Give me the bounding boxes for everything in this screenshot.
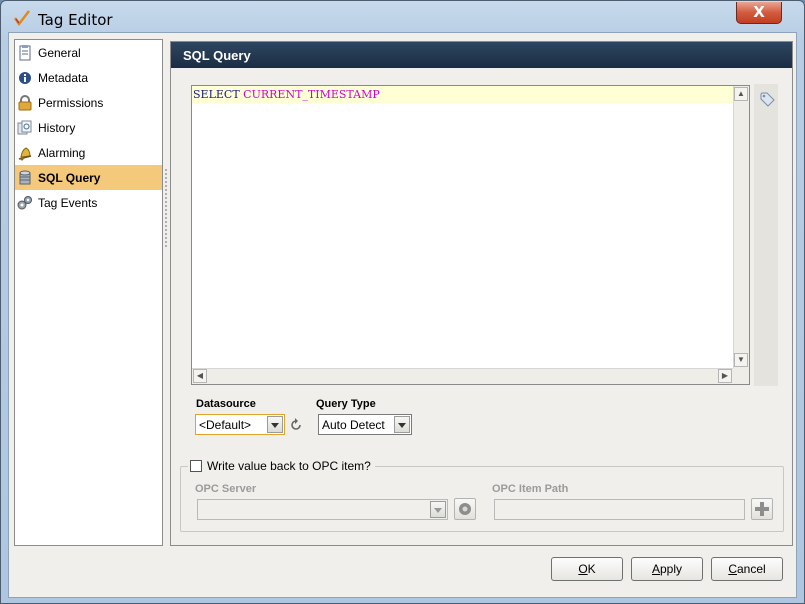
editor-side-toolbar: [754, 84, 778, 386]
opc-item-path-label: OPC Item Path: [492, 483, 569, 495]
chevron-down-icon[interactable]: [430, 501, 446, 518]
write-back-option[interactable]: Write value back to OPC item?: [188, 459, 375, 473]
sql-keyword: SELECT: [193, 88, 240, 101]
sidebar-item-label: SQL Query: [38, 170, 101, 185]
bell-icon: [17, 145, 33, 161]
window-title: Tag Editor: [38, 11, 113, 29]
scroll-left-arrow-icon[interactable]: ◀: [193, 369, 207, 383]
sidebar-item-label: General: [38, 45, 81, 60]
sidebar-item-metadata[interactable]: Metadata: [15, 65, 162, 90]
sidebar-item-sql-query[interactable]: SQL Query: [15, 165, 162, 190]
sidebar-item-label: Metadata: [38, 70, 89, 85]
gears-icon: [17, 195, 33, 211]
sidebar-item-permissions[interactable]: Permissions: [15, 90, 162, 115]
chevron-down-icon[interactable]: [267, 416, 283, 433]
document-icon: [17, 44, 33, 61]
refresh-icon[interactable]: [289, 418, 303, 432]
horizontal-scrollbar[interactable]: ◀ ▶: [192, 368, 733, 384]
sidebar-item-alarming[interactable]: Alarming: [15, 140, 162, 165]
sql-function: CURRENT_TIMESTAMP: [243, 88, 380, 101]
sidebar-item-history[interactable]: History: [15, 115, 162, 140]
panel-title: SQL Query: [171, 42, 792, 68]
lock-icon: [17, 94, 33, 111]
apply-button[interactable]: Apply: [631, 557, 703, 581]
sidebar-item-tag-events[interactable]: Tag Events: [15, 190, 162, 215]
sidebar-item-label: Tag Events: [38, 195, 98, 210]
server-browse-icon: [459, 503, 471, 515]
opc-server-label: OPC Server: [195, 483, 257, 495]
query-type-dropdown[interactable]: Auto Detect: [318, 414, 412, 435]
database-icon: [17, 170, 33, 186]
sql-editor[interactable]: SELECT CURRENT_TIMESTAMP ▲ ▼ ◀ ▶: [191, 85, 750, 385]
info-icon: [17, 70, 33, 86]
add-item-path-button[interactable]: [751, 498, 773, 520]
category-list: General Metadata Permissions History Ala…: [14, 39, 163, 546]
write-back-label: Write value back to OPC item?: [207, 459, 371, 473]
sidebar-item-label: History: [38, 120, 76, 135]
write-back-checkbox[interactable]: [190, 460, 202, 472]
splitter-handle[interactable]: [164, 168, 168, 248]
plus-icon: [755, 502, 769, 516]
sidebar-item-label: Permissions: [38, 95, 104, 110]
scroll-up-arrow-icon[interactable]: ▲: [734, 87, 748, 101]
chevron-down-icon[interactable]: [394, 416, 410, 433]
dialog-body: General Metadata Permissions History Ala…: [8, 32, 797, 598]
scroll-right-arrow-icon[interactable]: ▶: [718, 369, 732, 383]
tag-icon[interactable]: [759, 91, 775, 107]
query-type-value: Auto Detect: [322, 418, 385, 432]
sql-query-panel: SQL Query SELECT CURRENT_TIMESTAMP ▲ ▼ ◀…: [170, 41, 793, 546]
sidebar-item-general[interactable]: General: [15, 40, 162, 65]
browse-server-button[interactable]: [454, 498, 476, 520]
tag-editor-window: Tag Editor X General Metadata Permission…: [0, 0, 805, 604]
history-icon: [17, 120, 33, 136]
ok-button[interactable]: OK: [551, 557, 623, 581]
opc-server-dropdown[interactable]: [197, 499, 448, 520]
checkmark-app-icon: [13, 10, 30, 27]
opc-write-groupbox: Write value back to OPC item? OPC Server…: [180, 459, 784, 532]
close-button[interactable]: X: [736, 2, 782, 24]
cancel-button[interactable]: Cancel: [711, 557, 783, 581]
scroll-down-arrow-icon[interactable]: ▼: [734, 353, 748, 367]
scrollbar-corner: [733, 368, 749, 384]
opc-item-path-field[interactable]: [494, 499, 745, 520]
query-type-label: Query Type: [316, 398, 376, 410]
vertical-scrollbar[interactable]: ▲ ▼: [733, 86, 749, 368]
datasource-label: Datasource: [196, 398, 256, 410]
editor-current-line[interactable]: SELECT CURRENT_TIMESTAMP: [192, 86, 733, 103]
sidebar-item-label: Alarming: [38, 145, 86, 160]
datasource-value: <Default>: [199, 418, 252, 432]
datasource-dropdown[interactable]: <Default>: [195, 414, 285, 435]
